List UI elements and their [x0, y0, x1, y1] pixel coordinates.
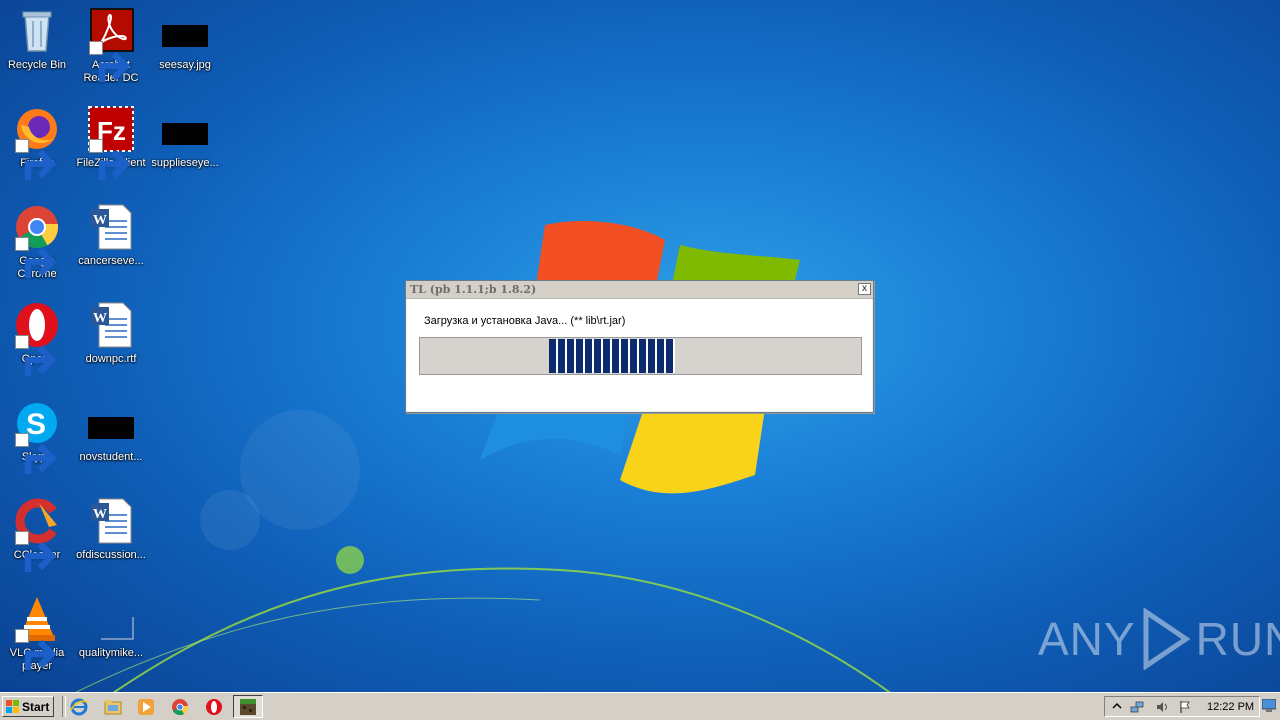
desktop-icon-label: supplieseye... [151, 157, 219, 169]
taskbar-active-app[interactable] [233, 695, 263, 718]
vlc-icon [13, 595, 61, 670]
anyrun-watermark: ANY RUN [1038, 607, 1280, 671]
shortcut-arrow-icon [15, 335, 57, 376]
media-player-icon[interactable] [137, 698, 155, 716]
acrobat-reader-icon [87, 7, 135, 82]
recycle-bin-icon [13, 7, 61, 55]
watermark-right: RUN [1195, 613, 1280, 665]
svg-text:W: W [93, 507, 107, 522]
progress-bar [419, 337, 862, 375]
taskbar: Start 12:22 PM [0, 692, 1280, 720]
word-document-icon: W [87, 497, 135, 545]
image-file-icon [87, 399, 135, 447]
chrome-icon [13, 203, 61, 278]
desktop-icon-label: novstudent... [79, 451, 143, 463]
shortcut-arrow-icon [15, 433, 57, 474]
dialog-message: Загрузка и установка Java... (** lib\rt.… [424, 315, 626, 327]
filezilla-icon: Fz [87, 105, 135, 180]
skype-icon: S [13, 399, 61, 474]
desktop-icon-label: qualitymike... [78, 647, 144, 659]
desktop-icon-seesay[interactable]: seesay.jpg [148, 7, 222, 72]
desktop-icon-ccleaner[interactable]: CCleaner [0, 497, 74, 572]
word-document-icon: W [87, 301, 135, 349]
word-document-icon: W [87, 203, 135, 251]
firefox-icon [13, 105, 61, 180]
start-button[interactable]: Start [2, 696, 54, 717]
desktop-icon-downpc[interactable]: W downpc.rtf [74, 301, 148, 366]
desktop-icon-label: downpc.rtf [85, 353, 137, 365]
desktop-icon-qualitymike[interactable]: qualitymike... [74, 595, 148, 660]
svg-text:W: W [93, 213, 107, 228]
dialog-title: TL (pb 1.1.1;b 1.8.2) [410, 283, 537, 296]
shortcut-arrow-icon [15, 531, 57, 572]
shortcut-arrow-icon [15, 139, 57, 180]
desktop-icon-supplieseye[interactable]: supplieseye... [148, 105, 222, 170]
desktop-icon-filezilla[interactable]: Fz FileZilla Client [74, 105, 148, 180]
desktop-icon-vlc[interactable]: VLC media player [0, 595, 74, 673]
desktop-icon-label: seesay.jpg [159, 59, 211, 71]
clock[interactable]: 12:22 PM [1207, 701, 1254, 713]
desktop-icon-recycle-bin[interactable]: Recycle Bin [0, 7, 74, 72]
image-file-icon [161, 7, 209, 55]
desktop-icon-opera[interactable]: Opera [0, 301, 74, 376]
desktop-icon-label: Recycle Bin [7, 59, 67, 71]
desktop-icon-label: ofdiscussion... [76, 549, 146, 561]
action-center-flag-icon[interactable] [1178, 700, 1192, 714]
minecraft-icon [240, 699, 256, 715]
desktop-icon-chrome[interactable]: Google Chrome [0, 203, 74, 281]
system-tray: 12:22 PM [1104, 696, 1260, 717]
shortcut-arrow-icon [89, 41, 131, 82]
progress-marquee [549, 339, 675, 373]
network-icon[interactable] [1130, 700, 1144, 714]
opera-icon [13, 301, 61, 376]
play-logo-icon [1143, 608, 1191, 670]
svg-text:W: W [93, 311, 107, 326]
shortcut-arrow-icon [15, 237, 57, 278]
windows-flag-icon [6, 700, 19, 713]
java-install-dialog: TL (pb 1.1.1;b 1.8.2) x Загрузка и устан… [405, 280, 874, 413]
tray-expand-icon[interactable] [1110, 700, 1124, 714]
dialog-titlebar[interactable]: TL (pb 1.1.1;b 1.8.2) x [406, 281, 873, 299]
chrome-icon[interactable] [171, 698, 189, 716]
dialog-body: Загрузка и установка Java... (** lib\rt.… [407, 299, 872, 411]
desktop-icon-ofdiscussion[interactable]: W ofdiscussion... [74, 497, 148, 562]
volume-icon[interactable] [1155, 700, 1169, 714]
desktop-icon-firefox[interactable]: Firefox [0, 105, 74, 180]
close-button[interactable]: x [858, 283, 871, 295]
desktop-icon-cancerseve[interactable]: W cancerseve... [74, 203, 148, 268]
watermark-left: ANY [1038, 613, 1136, 665]
internet-explorer-icon[interactable] [70, 698, 88, 716]
shortcut-arrow-icon [15, 629, 57, 670]
ccleaner-icon [13, 497, 61, 572]
desktop-icon-label: cancerseve... [78, 255, 144, 267]
desktop-icon-skype[interactable]: S Skype [0, 399, 74, 474]
file-explorer-icon[interactable] [104, 698, 122, 716]
shortcut-arrow-icon [89, 139, 131, 180]
start-label: Start [22, 700, 50, 714]
blank-file-icon [87, 595, 135, 643]
opera-icon[interactable] [205, 698, 223, 716]
desktop-icon-acrobat[interactable]: Acrobat Reader DC [74, 7, 148, 85]
desktop-icon-novstudent[interactable]: novstudent... [74, 399, 148, 464]
taskbar-separator [62, 696, 66, 717]
show-desktop-icon[interactable] [1262, 699, 1276, 712]
image-file-icon [161, 105, 209, 153]
